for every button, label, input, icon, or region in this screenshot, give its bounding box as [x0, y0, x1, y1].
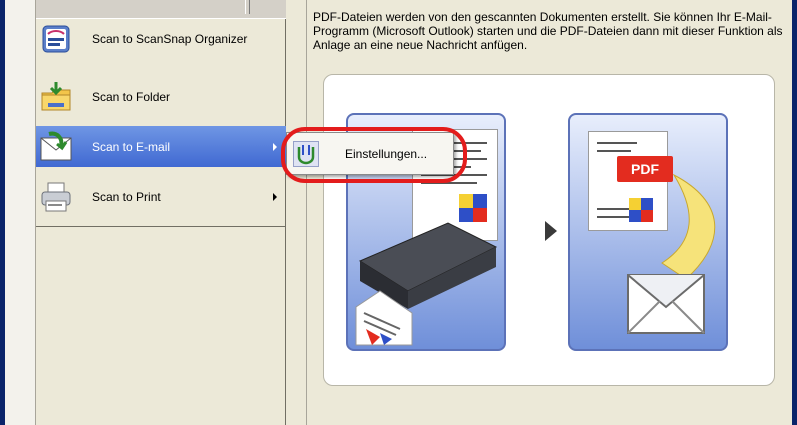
description-panel: PDF-Dateien werden von den gescannten Do… — [306, 0, 792, 425]
email-envelope-icon — [627, 173, 716, 334]
email-icon — [38, 129, 74, 165]
menu-item-label: Scan to Folder — [92, 89, 171, 104]
submenu-arrow-icon — [273, 143, 277, 151]
menu-item-label: Scan to E-mail — [92, 139, 171, 154]
menu-item-scan-to-organizer[interactable]: Scan to ScanSnap Organizer — [36, 18, 286, 59]
illustration-frame: PDF — [323, 74, 775, 386]
scansnap-organizer-icon — [38, 21, 74, 57]
scan-menu: Scan to ScanSnap Organizer Scan to Folde… — [36, 0, 286, 425]
menu-item-label: Scan to ScanSnap Organizer — [92, 32, 248, 46]
menu-item-scan-to-email[interactable]: Scan to E-mail — [36, 126, 286, 167]
menu-divider — [36, 226, 286, 227]
menu-item-label: Scan to Print — [92, 189, 161, 204]
description-text: PDF-Dateien werden von den gescannten Do… — [313, 10, 783, 52]
window-left-border — [0, 0, 36, 425]
highlight-ring-annotation — [281, 127, 467, 183]
flow-arrow-icon — [545, 221, 557, 241]
menu-item-scan-to-print[interactable]: Scan to Print — [36, 176, 286, 217]
submenu-arrow-icon — [273, 193, 277, 201]
pdf-email-illustration: PDF — [568, 113, 728, 351]
menu-item-scan-to-folder[interactable]: Scan to Folder — [36, 76, 286, 117]
scanner-icon — [355, 222, 498, 346]
window-right-border — [792, 0, 797, 425]
menu-top-bar — [36, 0, 286, 18]
folder-icon — [38, 79, 74, 115]
printer-icon — [38, 179, 74, 215]
